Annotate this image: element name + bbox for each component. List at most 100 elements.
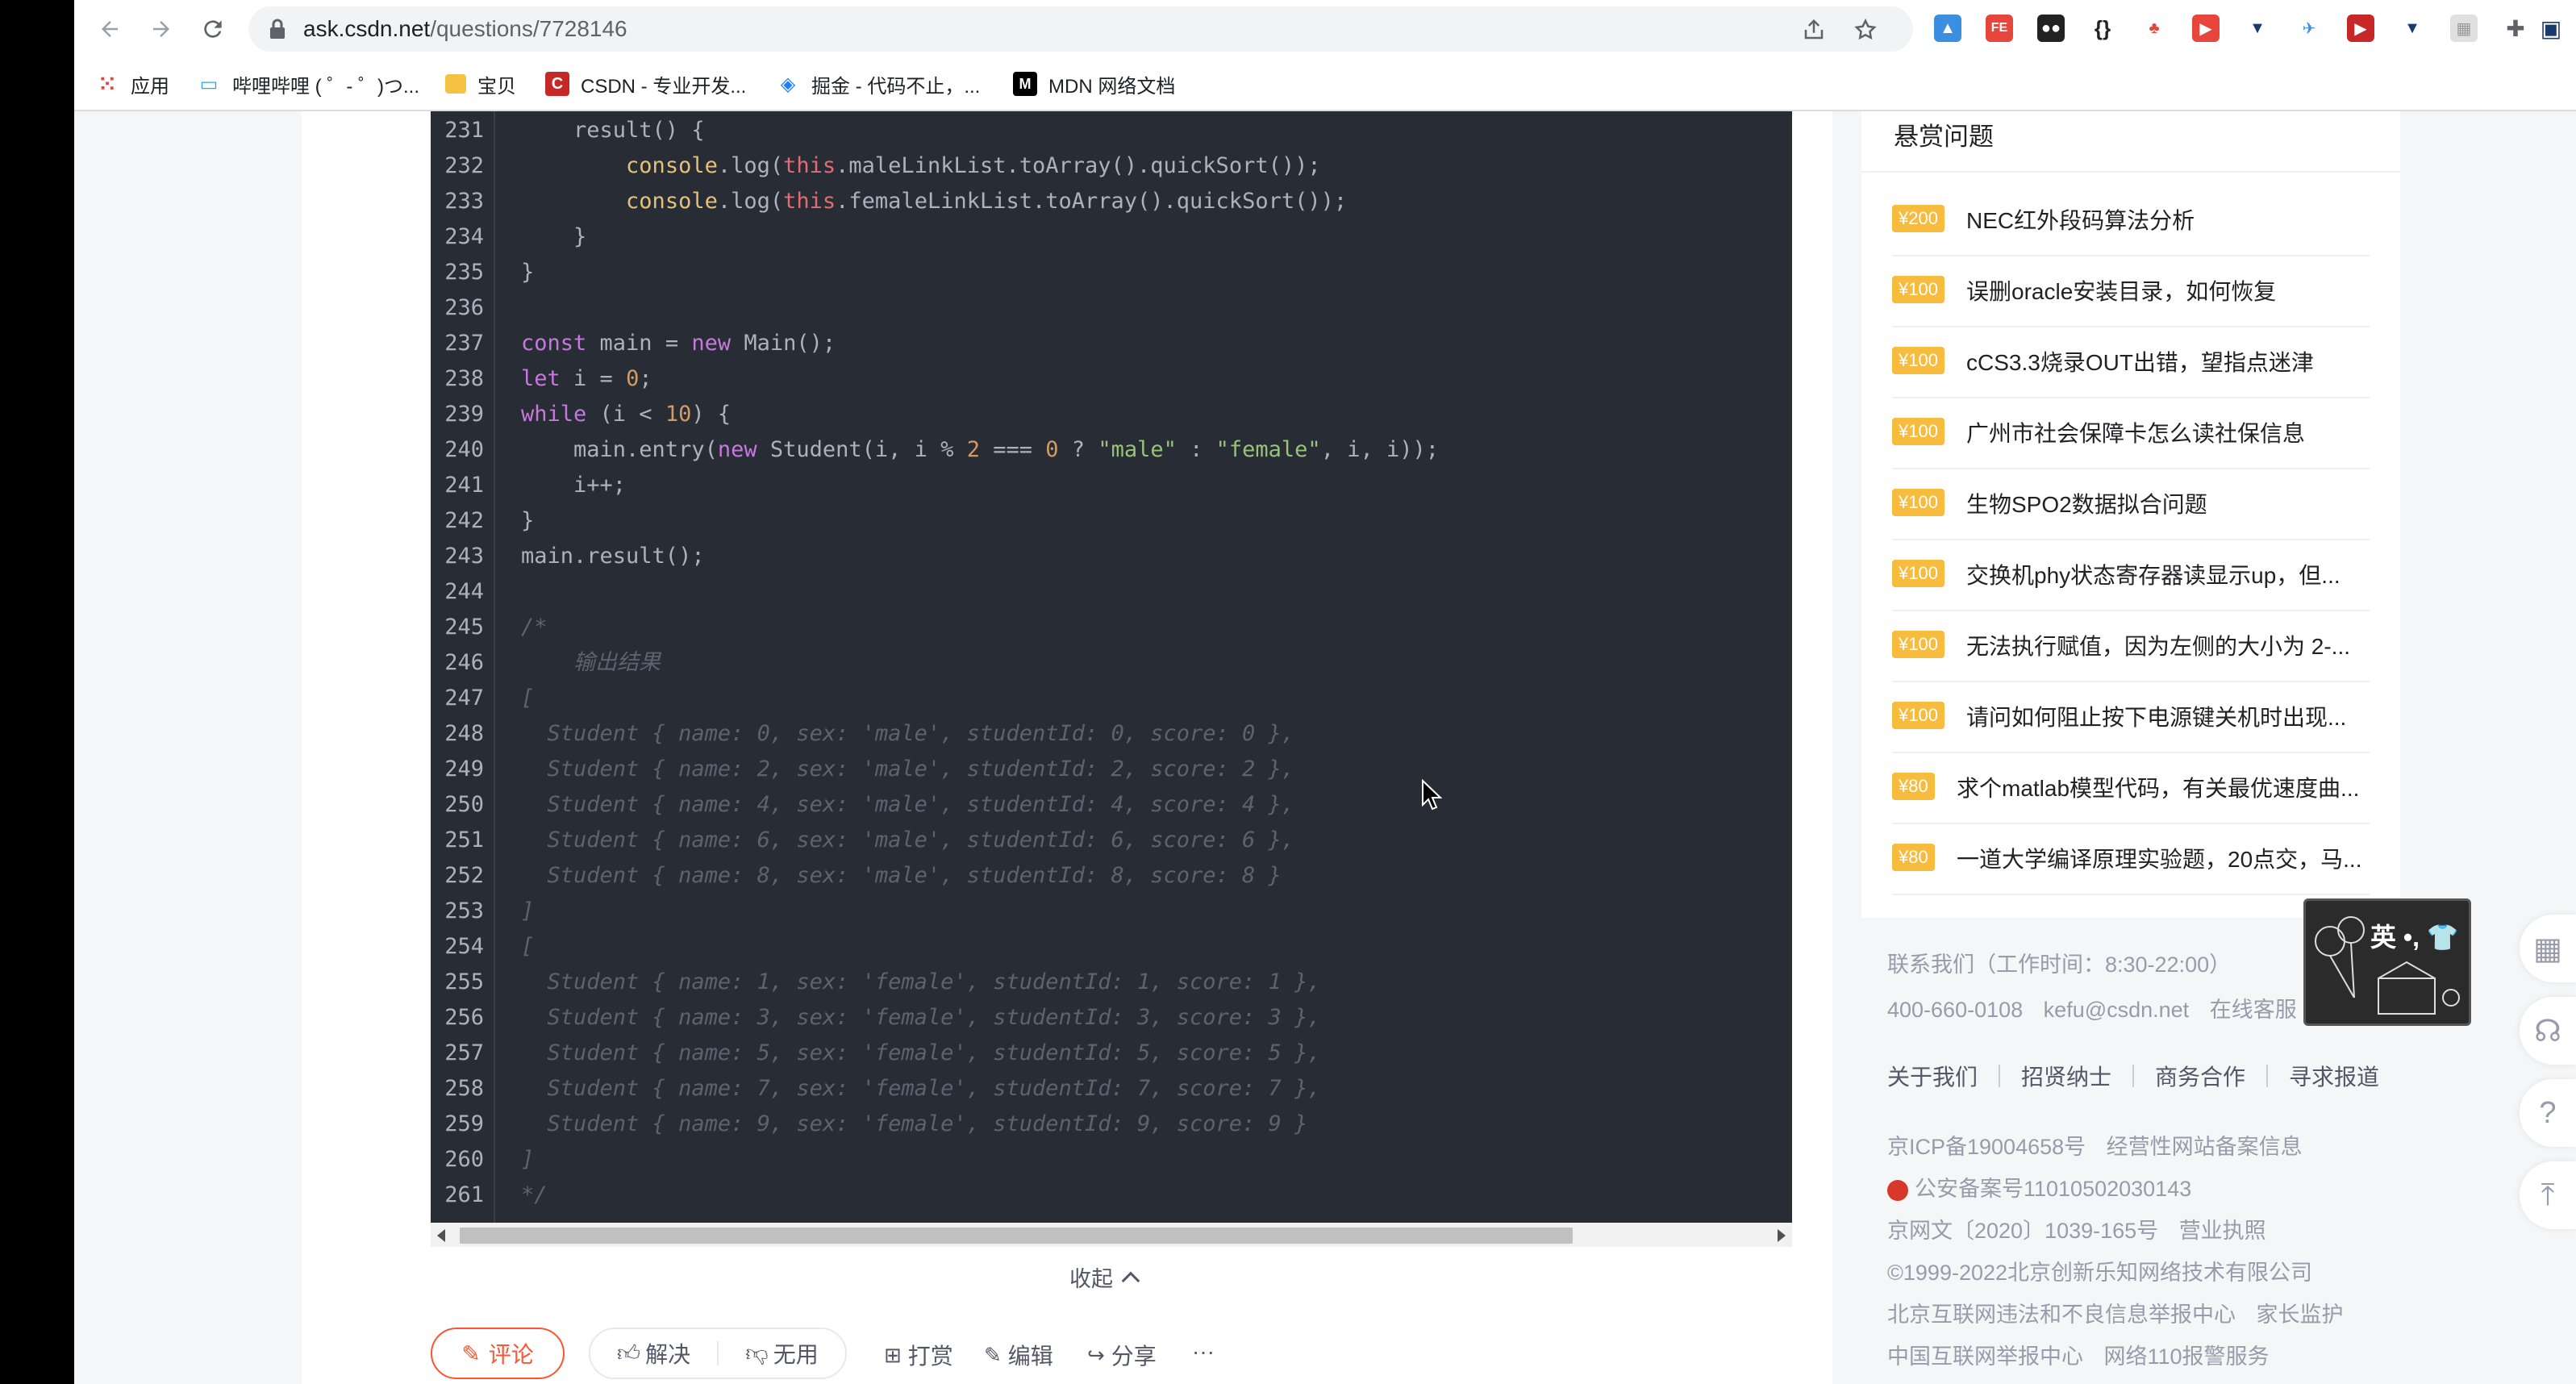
extension-fe-icon[interactable]: FE	[1986, 15, 2013, 42]
apps-grid-icon: ⁙	[95, 72, 119, 96]
extension-json-icon[interactable]: {}	[2089, 15, 2116, 42]
bookmark-mdn[interactable]: M MDN 网络文档	[1013, 68, 1175, 100]
line-number: 235	[444, 260, 484, 285]
sidepanel-icon[interactable]: ▣	[2537, 15, 2565, 42]
scroll-right-arrow-icon[interactable]	[1778, 1229, 1786, 1242]
bounty-question-item[interactable]: ¥80 求个matlab模型代码，有关最优速度曲...	[1892, 753, 2370, 824]
edit-button[interactable]: ✎ 编辑	[984, 1339, 1053, 1371]
bookmark-bilibili[interactable]: ▭ 哔哩哔哩 ( ゜- ゜)つ...	[197, 68, 419, 100]
bookmark-juejin[interactable]: ◈ 掘金 - 代码不止，...	[776, 68, 980, 100]
line-number: 238	[444, 366, 484, 391]
code-line: 260]	[431, 1142, 1792, 1178]
extension-v-icon[interactable]: ▼	[2244, 15, 2271, 42]
police110-link[interactable]: 网络110报警服务	[2104, 1344, 2270, 1369]
reward-badge: ¥100	[1892, 631, 1945, 658]
chevron-up-icon	[1121, 1271, 1140, 1290]
help-float-button[interactable]: ?	[2520, 1079, 2576, 1147]
forward-arrow-icon[interactable]	[144, 11, 179, 47]
line-number: 250	[444, 792, 484, 817]
qrcode-float-button[interactable]: ▦	[2520, 915, 2576, 982]
business-link[interactable]: 商务合作	[2155, 1060, 2245, 1092]
bounty-question-item[interactable]: ¥100 生物SPO2数据拟合问题	[1892, 469, 2370, 540]
extension-game-icon[interactable]: ●●	[2037, 15, 2065, 42]
report-row-1: 北京互联网违法和不良信息举报中心 家长监护	[1887, 1297, 2358, 1328]
icp-link[interactable]: 京ICP备19004658号	[1887, 1135, 2086, 1159]
thumbs-down-icon: 👎︎	[745, 1340, 769, 1365]
extension-play-icon[interactable]: ▶	[2347, 15, 2374, 42]
collapse-label: 收起	[1069, 1267, 1113, 1291]
bounty-question-item[interactable]: ¥100 无法执行赋值，因为左侧的大小为 2-...	[1892, 611, 2370, 682]
line-number: 261	[444, 1182, 484, 1207]
back-to-top-button[interactable]: ⤒	[2520, 1161, 2576, 1229]
decorative-sticker-image[interactable]: 英 •, 👕	[2303, 898, 2471, 1026]
phone-number[interactable]: 400-660-0108	[1887, 998, 2023, 1022]
press-link[interactable]: 寻求报道	[2289, 1060, 2379, 1092]
extension-grid-icon[interactable]: ▦	[2450, 15, 2478, 42]
report-center-link[interactable]: 北京互联网违法和不良信息举报中心	[1887, 1303, 2236, 1327]
bounty-question-item[interactable]: ¥100 请问如何阻止按下电源键关机时出现...	[1892, 682, 2370, 753]
code-block[interactable]: 231 result() {232 console.log(this.maleL…	[431, 111, 1792, 1223]
extensions-puzzle-icon[interactable]: ✚	[2502, 15, 2529, 42]
line-number: 237	[444, 331, 484, 356]
careers-link[interactable]: 招贤纳士	[2021, 1060, 2111, 1092]
extension-bird-icon[interactable]: ✈	[2295, 15, 2323, 42]
browser-toolbar: ask.csdn.net/questions/7728146 ▲ FE ●● {…	[74, 0, 2576, 58]
comment-button[interactable]: ✎ 评论	[431, 1328, 565, 1379]
bilibili-icon: ▭	[197, 72, 221, 96]
reload-icon[interactable]	[195, 11, 231, 47]
footer-links: 关于我们 招贤纳士 商务合作 寻求报道	[1887, 1060, 2379, 1092]
collapse-button[interactable]: 收起	[1069, 1261, 1140, 1293]
bounty-question-item[interactable]: ¥100 广州市社会保障卡怎么读社保信息	[1892, 398, 2370, 469]
extension-image-icon[interactable]: ▲	[1934, 15, 1961, 42]
code-text: let i = 0;	[521, 366, 652, 391]
code-horizontal-scrollbar[interactable]	[431, 1223, 1792, 1247]
reward-button[interactable]: ⊞ 打赏	[884, 1339, 953, 1371]
email-link[interactable]: kefu@csdn.net	[2044, 998, 2190, 1022]
code-line: 258 Student { name: 7, sex: 'female', st…	[431, 1071, 1792, 1107]
address-bar[interactable]: ask.csdn.net/questions/7728146	[248, 6, 1913, 52]
solve-button[interactable]: 👍︎ 解决	[590, 1329, 717, 1378]
line-number: 248	[444, 721, 484, 746]
more-button[interactable]: ···	[1192, 1339, 1215, 1365]
scrollbar-thumb[interactable]	[460, 1228, 1573, 1244]
wenwang-row: 京网文〔2020〕1039-165号 营业执照	[1887, 1213, 2281, 1244]
about-us-link[interactable]: 关于我们	[1887, 1060, 1978, 1092]
line-number: 252	[444, 863, 484, 888]
code-line: 252 Student { name: 8, sex: 'male', stud…	[431, 858, 1792, 894]
code-text: main.entry(new Student(i, i % 2 === 0 ? …	[521, 437, 1439, 462]
scroll-left-arrow-icon[interactable]	[437, 1229, 445, 1242]
wenwang-link[interactable]: 京网文〔2020〕1039-165号	[1887, 1219, 2158, 1243]
useless-button[interactable]: 👎︎ 无用	[719, 1329, 845, 1378]
copyright: ©1999-2022北京创新乐知网络技术有限公司	[1887, 1261, 2313, 1285]
code-line: 239 while (i < 10) {	[431, 397, 1792, 432]
bookmark-apps[interactable]: ⁙ 应用	[95, 68, 169, 100]
answer-action-bar: ✎ 评论 👍︎ 解决 👎︎ 无用 ⊞ 打赏 ✎ 编辑 ↪ 分享 ···	[431, 1328, 1560, 1381]
share-button[interactable]: ↪ 分享	[1087, 1339, 1157, 1371]
license-link[interactable]: 营业执照	[2179, 1219, 2266, 1243]
extension-v2-icon[interactable]: ▼	[2399, 15, 2426, 42]
bounty-question-item[interactable]: ¥100 cCS3.3烧录OUT出错，望指点迷津	[1892, 327, 2370, 398]
code-text: i++;	[521, 473, 627, 498]
police-row[interactable]: 公安备案号11010502030143	[1887, 1171, 2191, 1203]
extension-people-icon[interactable]: ♣	[2140, 15, 2168, 42]
back-arrow-icon[interactable]	[92, 11, 127, 47]
parent-guard-link[interactable]: 家长监护	[2257, 1303, 2344, 1327]
icp2-link[interactable]: 经营性网站备案信息	[2107, 1135, 2303, 1159]
bounty-question-item[interactable]: ¥100 误删oracle安装目录，如何恢复	[1892, 256, 2370, 327]
online-service-link[interactable]: 在线客服	[2210, 998, 2297, 1022]
bounty-question-item[interactable]: ¥200 NEC红外段码算法分析	[1892, 186, 2370, 256]
customer-service-float-button[interactable]: ☊	[2520, 997, 2576, 1065]
code-text: Student { name: 4, sex: 'male', studentI…	[521, 792, 1295, 817]
bounty-question-item[interactable]: ¥100 交换机phy状态寄存器读显示up，但...	[1892, 540, 2370, 611]
share-page-icon[interactable]	[1802, 18, 1826, 42]
code-text: 输出结果	[521, 650, 661, 675]
china-report-link[interactable]: 中国互联网举报中心	[1887, 1344, 2083, 1369]
csdn-icon: C	[545, 72, 569, 96]
bookmark-csdn[interactable]: C CSDN - 专业开发...	[545, 68, 746, 100]
browser-chrome: ask.csdn.net/questions/7728146 ▲ FE ●● {…	[74, 0, 2576, 111]
bounty-question-title: NEC红外段码算法分析	[1966, 208, 2195, 233]
bookmark-baobei[interactable]: 宝贝	[445, 68, 516, 100]
extension-youtube-icon[interactable]: ▶	[2192, 15, 2220, 42]
bookmark-star-icon[interactable]	[1853, 18, 1878, 42]
bounty-question-item[interactable]: ¥80 一道大学编译原理实验题，20点交，马...	[1892, 824, 2370, 895]
